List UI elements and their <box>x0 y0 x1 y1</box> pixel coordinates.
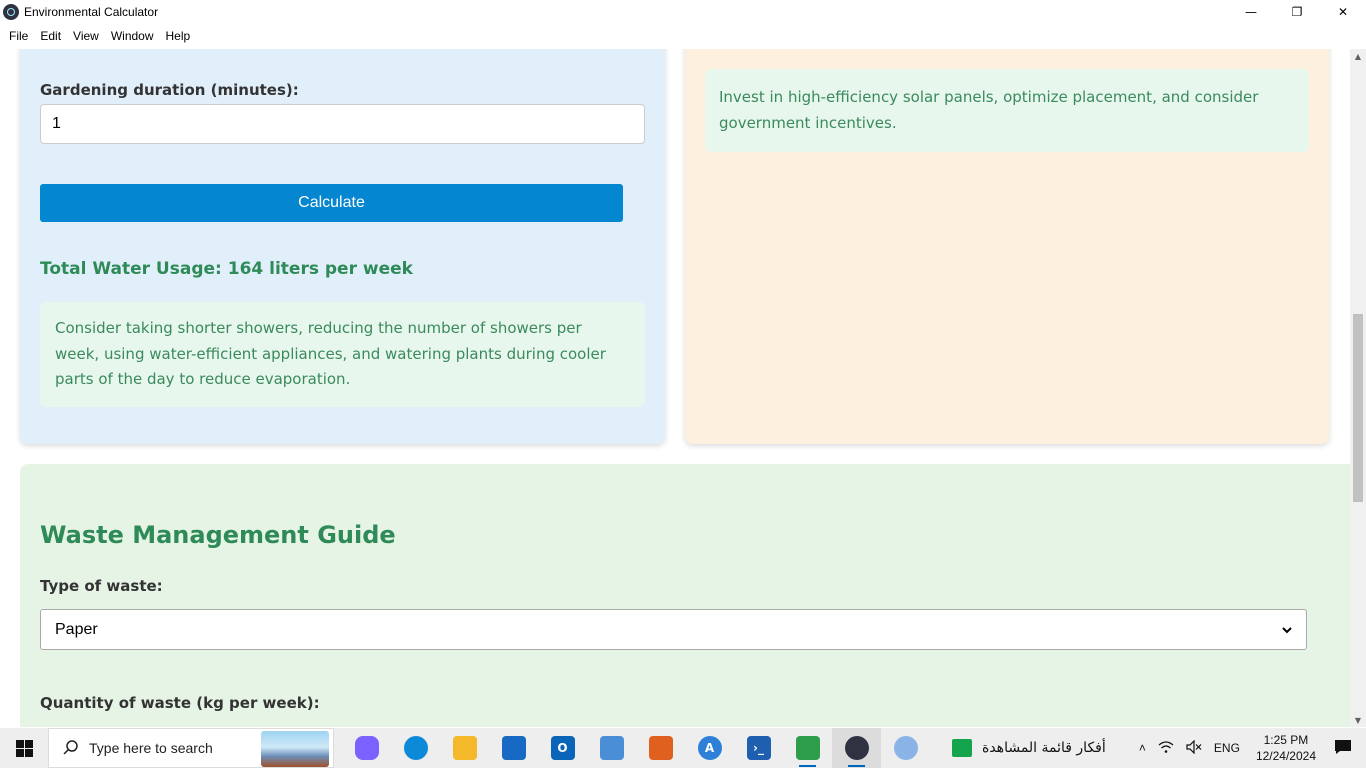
matlab-icon <box>648 736 673 760</box>
scroll-thumb[interactable] <box>1353 314 1363 502</box>
app-a-taskbar-button[interactable]: A <box>685 728 734 768</box>
copilot-icon <box>354 736 379 760</box>
water-usage-result: Total Water Usage: 164 liters per week <box>40 259 413 279</box>
taskbar-apps: O A ›_ <box>342 728 930 768</box>
electron-icon <box>844 736 869 760</box>
close-button[interactable]: ✕ <box>1320 0 1366 24</box>
widget-text: أفكار قائمة المشاهدة <box>982 740 1106 756</box>
menu-bar: File Edit View Window Help <box>0 24 1366 48</box>
paint-taskbar-button[interactable] <box>881 728 930 768</box>
menu-file[interactable]: File <box>3 29 34 43</box>
scroll-down-icon[interactable]: ▼ <box>1350 713 1366 727</box>
waste-quantity-label: Quantity of waste (kg per week): <box>40 694 320 712</box>
window-title: Environmental Calculator <box>24 5 159 19</box>
windows-icon <box>15 739 33 757</box>
matlab-taskbar-button[interactable] <box>636 728 685 768</box>
chevron-down-icon <box>1282 621 1292 639</box>
minimize-button[interactable]: — <box>1228 0 1274 24</box>
waste-type-select[interactable]: Paper <box>40 609 1307 650</box>
electron-app-icon <box>3 4 19 20</box>
news-widget[interactable]: أفكار قائمة المشاهدة <box>952 739 1106 757</box>
vertical-scrollbar[interactable]: ▲ ▼ <box>1350 49 1366 727</box>
search-highlight-image <box>261 731 329 767</box>
start-button[interactable] <box>0 728 48 768</box>
scroll-up-icon[interactable]: ▲ <box>1350 49 1366 63</box>
waste-type-label: Type of waste: <box>40 577 163 595</box>
window-controls: — ❐ ✕ <box>1228 0 1366 24</box>
search-icon <box>63 740 78 755</box>
gardening-duration-label: Gardening duration (minutes): <box>40 81 299 99</box>
store-taskbar-button[interactable] <box>489 728 538 768</box>
outlook-icon: O <box>550 736 575 760</box>
clock-time: 1:25 PM <box>1263 733 1309 747</box>
store-icon <box>501 736 526 760</box>
taskbar: Type here to search O A ›_ أفكار قائمة ا… <box>0 728 1366 768</box>
water-usage-card: Gardening duration (minutes): 1 Calculat… <box>20 49 665 444</box>
file-explorer-taskbar-button[interactable] <box>440 728 489 768</box>
edge-taskbar-button[interactable] <box>391 728 440 768</box>
laptop-taskbar-button[interactable] <box>587 728 636 768</box>
powershell-icon: ›_ <box>746 736 771 760</box>
menu-edit[interactable]: Edit <box>34 29 67 43</box>
laptop-icon <box>599 736 624 760</box>
waste-type-value: Paper <box>55 620 98 638</box>
volume-muted-icon[interactable] <box>1180 739 1208 757</box>
outlook-taskbar-button[interactable]: O <box>538 728 587 768</box>
edge-icon <box>403 736 428 760</box>
watchlist-icon <box>952 739 972 757</box>
chart-editor-icon <box>795 736 820 760</box>
folder-icon <box>452 736 477 760</box>
a-app-icon: A <box>697 736 722 760</box>
title-bar: Environmental Calculator — ❐ ✕ <box>0 0 1366 24</box>
restore-button[interactable]: ❐ <box>1274 0 1320 24</box>
copilot-taskbar-button[interactable] <box>342 728 391 768</box>
powershell-taskbar-button[interactable]: ›_ <box>734 728 783 768</box>
paint-icon <box>893 736 918 760</box>
waste-management-card: Waste Management Guide Type of waste: Pa… <box>20 464 1350 727</box>
system-tray: ˄ ENG 1:25 PM 12/24/2024 <box>1133 728 1366 768</box>
wifi-icon[interactable] <box>1152 740 1180 757</box>
chart-editor-taskbar-button[interactable] <box>783 728 832 768</box>
energy-tip: Invest in high-efficiency solar panels, … <box>705 69 1309 152</box>
search-placeholder: Type here to search <box>89 740 213 756</box>
electron-taskbar-button[interactable] <box>832 728 881 768</box>
taskbar-search[interactable]: Type here to search <box>48 728 334 768</box>
notification-icon[interactable] <box>1326 739 1366 758</box>
energy-card: Invest in high-efficiency solar panels, … <box>685 49 1329 444</box>
waste-management-title: Waste Management Guide <box>40 521 396 549</box>
gardening-duration-input[interactable]: 1 <box>40 104 645 144</box>
calculate-button[interactable]: Calculate <box>40 184 623 222</box>
main-content: Gardening duration (minutes): 1 Calculat… <box>0 49 1350 727</box>
chevron-up-icon[interactable]: ˄ <box>1133 741 1152 755</box>
water-tip: Consider taking shorter showers, reducin… <box>40 302 645 407</box>
clock-date: 12/24/2024 <box>1255 749 1316 763</box>
language-indicator[interactable]: ENG <box>1208 741 1246 755</box>
menu-view[interactable]: View <box>67 29 105 43</box>
menu-help[interactable]: Help <box>160 29 197 43</box>
clock[interactable]: 1:25 PM 12/24/2024 <box>1246 732 1326 764</box>
menu-window[interactable]: Window <box>105 29 160 43</box>
